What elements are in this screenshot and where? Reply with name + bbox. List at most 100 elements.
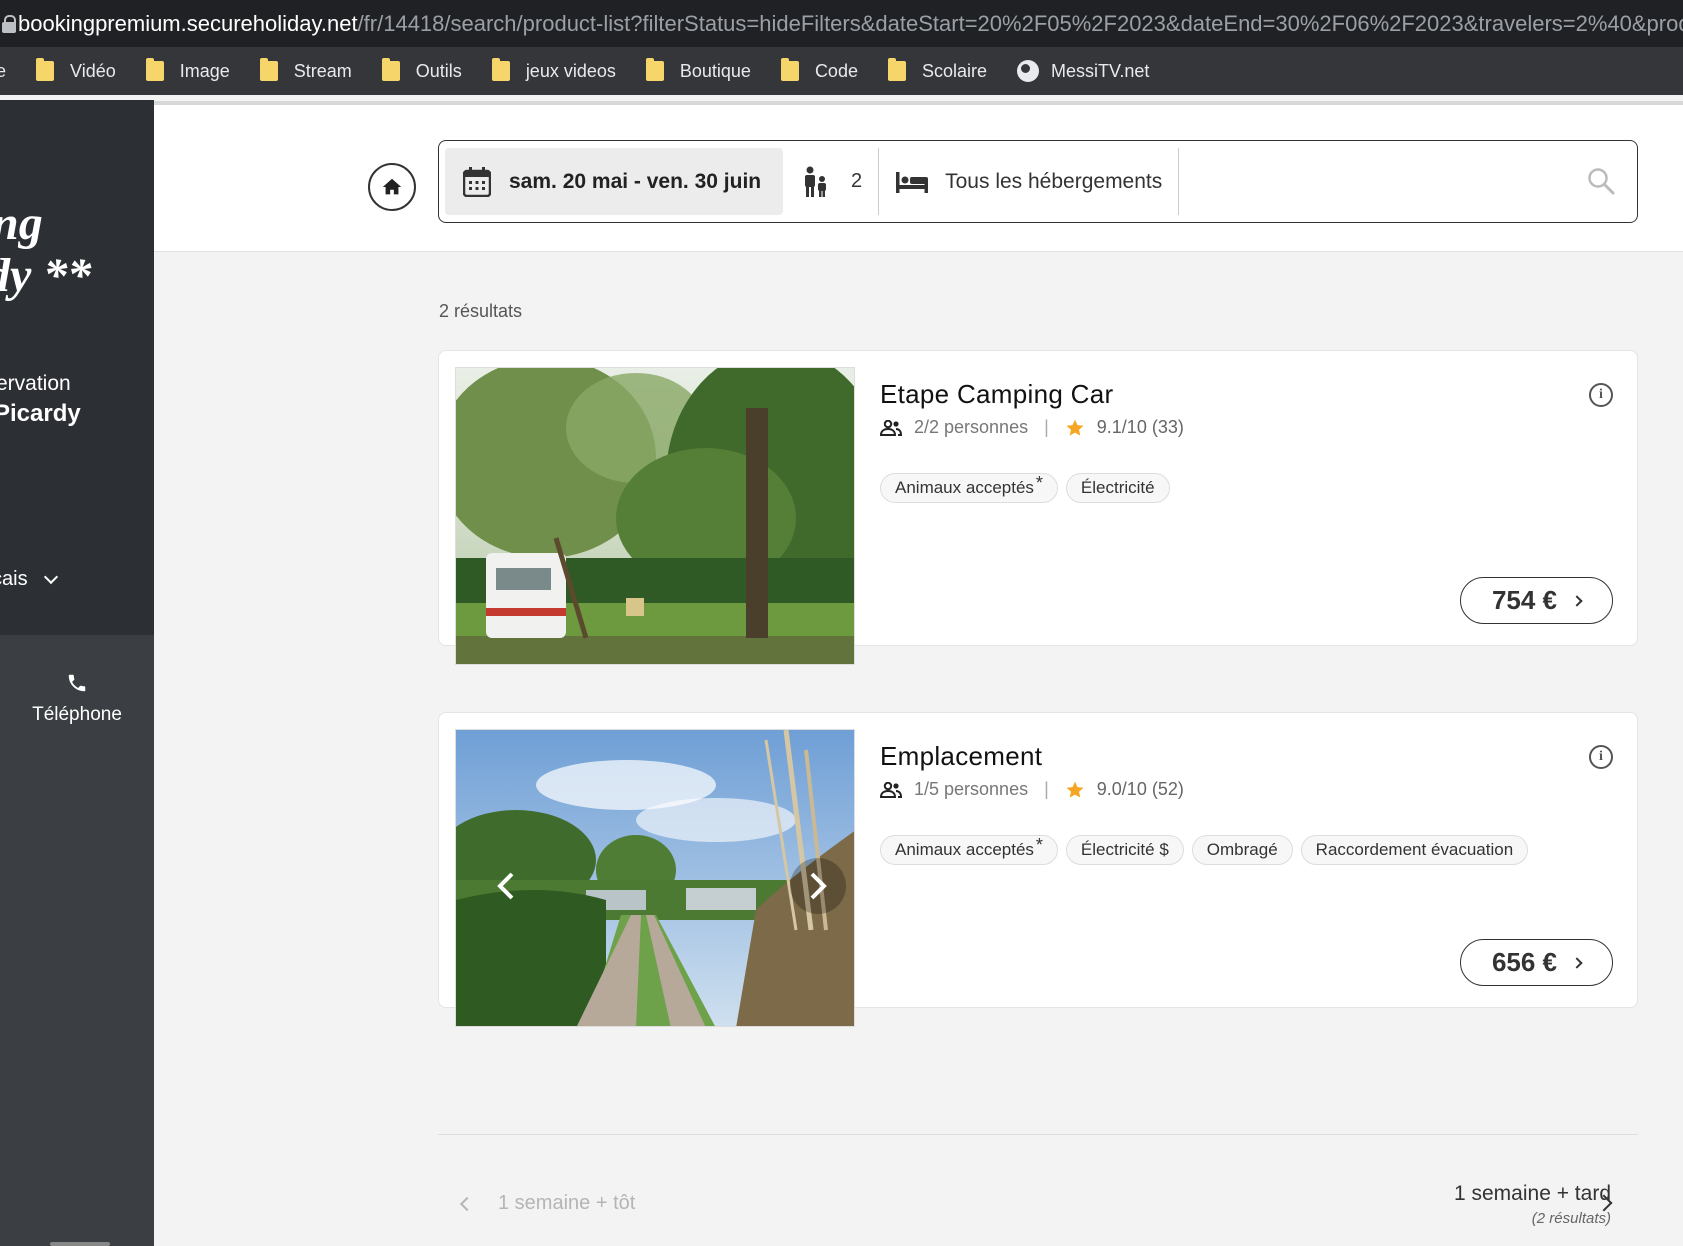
bookmark-item[interactable]: Boutique [645, 58, 751, 82]
bookmark-label: Outils [415, 60, 462, 81]
travelers-count: 2 [851, 170, 863, 192]
bookmark-item[interactable]: e [0, 61, 6, 82]
chevron-right-icon [1571, 956, 1583, 969]
language-label: çais [0, 568, 28, 590]
price-button[interactable]: 754 € [1460, 577, 1613, 624]
amenity-tag: Électricité [1065, 473, 1170, 503]
bookmark-label: e [0, 60, 7, 81]
star-icon [1066, 781, 1084, 798]
price-button[interactable]: 656 € [1460, 939, 1613, 986]
folder-icon [259, 58, 278, 81]
url-host: bookingpremium.secureholiday.net [18, 10, 358, 36]
phone-label: Téléphone [32, 704, 122, 725]
tag-label: Électricité [1080, 478, 1155, 497]
folder-icon [887, 58, 906, 81]
product-rating: 9.0/10 (52) [1096, 779, 1184, 799]
product-photo[interactable] [455, 367, 855, 665]
reservation-label: ervation [0, 372, 71, 395]
bookmark-label: MessiTV.net [1051, 60, 1150, 81]
amenity-tags: Animaux acceptés * Électricité [880, 473, 1178, 503]
people-icon [880, 781, 902, 798]
bookmark-label: Boutique [679, 60, 751, 81]
search-bar: sam. 20 mai - ven. 30 juin 2 Tous les hé… [438, 140, 1638, 223]
travelers-icon [805, 166, 826, 197]
tag-asterisk: * [1035, 834, 1043, 855]
tag-label: Raccordement évacuation [1315, 840, 1514, 859]
previous-week-label: 1 semaine + tôt [498, 1192, 636, 1214]
amenity-tag: Animaux acceptés * [880, 835, 1058, 865]
product-rating: 9.1/10 (33) [1096, 417, 1184, 437]
previous-week-button[interactable]: 1 semaine + tôt [459, 1192, 636, 1215]
bookmark-label: jeux videos [525, 60, 616, 81]
tag-label: Électricité $ [1080, 840, 1169, 859]
bookmark-item[interactable]: Stream [259, 58, 352, 82]
url-path: /fr/14418/search/product-list?filterStat… [357, 10, 1683, 36]
globe-icon [1017, 60, 1039, 82]
price-label: 754 € [1491, 585, 1558, 615]
sidebar: ng dy ** ervation Picardy çais [0, 100, 154, 635]
people-icon [880, 419, 902, 436]
product-photo[interactable] [455, 729, 855, 1027]
amenity-tag: Animaux acceptés * [880, 473, 1058, 503]
folder-icon [381, 58, 400, 81]
language-selector[interactable]: çais [0, 568, 58, 591]
star-icon [1066, 419, 1084, 436]
results-count: 2 résultats [439, 301, 523, 321]
bookmark-item[interactable]: jeux videos [491, 58, 616, 82]
browser-url-bar[interactable]: bookingpremium.secureholiday.net/fr/1441… [0, 0, 1683, 47]
amenity-tags: Animaux acceptés * Électricité $ Ombragé … [880, 835, 1536, 865]
bookmark-item[interactable]: Image [145, 58, 230, 82]
bookmark-item[interactable]: Scolaire [887, 58, 987, 82]
tag-label: Animaux acceptés [895, 840, 1034, 859]
product-meta: 1/5 personnes | 9.0/10 (52) [880, 779, 1184, 800]
site-logo-line1[interactable]: ng [0, 200, 43, 248]
bookmark-label: Code [814, 60, 858, 81]
bookmark-item[interactable]: Code [780, 58, 858, 82]
date-range-label: sam. 20 mai - ven. 30 juin [509, 169, 762, 193]
meta-separator: | [1044, 779, 1049, 799]
bed-icon [896, 171, 929, 193]
info-icon[interactable]: i [1589, 383, 1613, 407]
chevron-left-icon [459, 1196, 475, 1211]
product-capacity: 2/2 personnes [914, 417, 1029, 437]
date-range-selector[interactable]: sam. 20 mai - ven. 30 juin [445, 148, 783, 215]
camping-car-photo [456, 368, 854, 664]
phone-icon [68, 674, 86, 692]
next-week-results: (2 résultats) [1531, 1210, 1611, 1227]
result-card[interactable]: Emplacement 1/5 personnes | 9.0/10 (52) … [438, 712, 1638, 1027]
search-icon [1588, 168, 1615, 195]
carousel-next-button[interactable] [790, 858, 846, 914]
travelers-selector[interactable]: 2 [783, 148, 880, 215]
folder-icon [491, 58, 510, 81]
scroll-handle[interactable] [50, 1242, 110, 1246]
bookmark-label: Image [179, 60, 230, 81]
tag-label: Ombragé [1206, 840, 1278, 859]
pagination-divider [438, 1134, 1638, 1135]
accommodation-type-selector[interactable]: Tous les hébergements [879, 148, 1180, 215]
tag-asterisk: * [1035, 472, 1043, 493]
info-icon[interactable]: i [1589, 745, 1613, 769]
folder-icon [36, 58, 55, 81]
home-button[interactable] [368, 163, 416, 211]
bookmark-item[interactable]: Vidéo [36, 58, 116, 82]
site-logo-line2[interactable]: dy ** [0, 248, 91, 303]
bookmark-label: Scolaire [921, 60, 987, 81]
chevron-left-icon [497, 872, 514, 900]
bookmark-item[interactable]: Outils [381, 58, 462, 82]
bookmark-item[interactable]: MessiTV.net [1017, 60, 1149, 82]
product-title[interactable]: Etape Camping Car [880, 379, 1113, 410]
accommodation-type-label: Tous les hébergements [945, 169, 1163, 193]
product-capacity: 1/5 personnes [914, 779, 1029, 799]
search-button[interactable] [1587, 167, 1615, 200]
phone-link[interactable]: Téléphone [0, 672, 154, 726]
next-week-button[interactable]: 1 semaine + tard (2 résultats) [1454, 1182, 1611, 1227]
product-title[interactable]: Emplacement [880, 741, 1042, 772]
price-label: 656 € [1491, 947, 1558, 977]
calendar-icon [463, 166, 491, 197]
amenity-tag: Ombragé [1191, 835, 1293, 865]
amenity-tag: Raccordement évacuation [1300, 835, 1529, 865]
next-week-label: 1 semaine + tard [1453, 1182, 1611, 1205]
bookmark-label: Stream [293, 60, 352, 81]
carousel-prev-button[interactable] [486, 866, 526, 906]
result-card[interactable]: Etape Camping Car 2/2 personnes | 9.1/10… [438, 350, 1638, 665]
